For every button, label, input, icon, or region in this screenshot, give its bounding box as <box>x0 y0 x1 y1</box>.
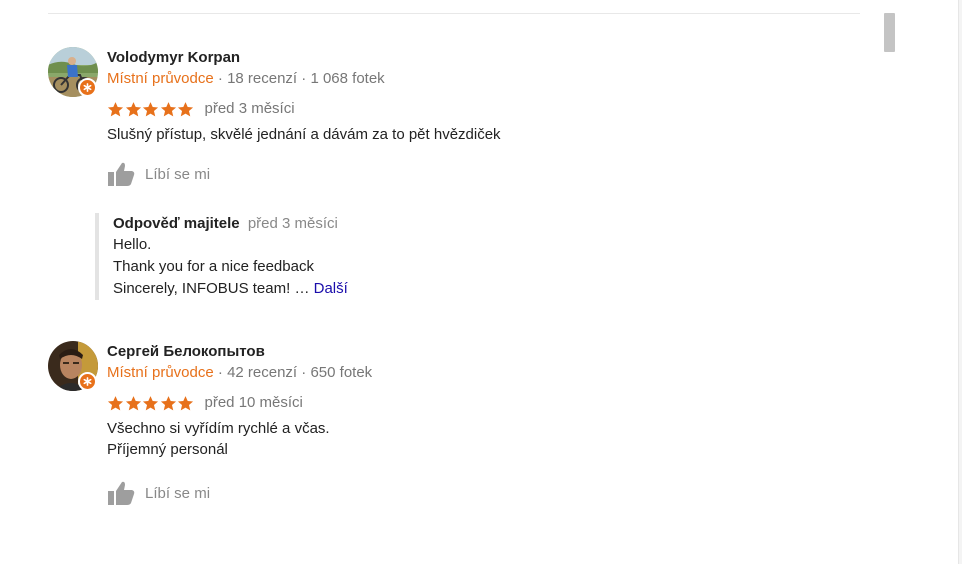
review-text-line: Slušný přístup, skvělé jednání a dávám z… <box>107 126 501 143</box>
like-label: Líbí se mi <box>145 165 211 183</box>
review-text: Slušný přístup, skvělé jednání a dávám z… <box>107 124 847 145</box>
review-author[interactable]: Volodymyr Korpan <box>107 48 847 68</box>
reviews-count: 42 recenzí <box>227 364 298 381</box>
owner-reply-line: Sincerely, INFOBUS team! <box>113 280 291 297</box>
rating-row: před 10 měsíci <box>107 393 847 413</box>
star-icon <box>125 395 141 410</box>
more-link[interactable]: Další <box>314 280 348 297</box>
star-icon <box>142 395 159 410</box>
review-text-line: Všechno si vyřídím rychlé a včas. <box>107 420 330 437</box>
review-text-line: Příjemný personál <box>107 441 228 458</box>
owner-reply-header: Odpověď majitele před 3 měsíci <box>113 213 813 234</box>
review-author[interactable]: Сергей Белокопытов <box>107 342 847 362</box>
thumbs-up-icon <box>108 162 135 186</box>
local-guide-label: Místní průvodce <box>107 70 214 87</box>
rating-row: před 3 měsíci <box>107 99 847 119</box>
star-rating <box>107 395 195 412</box>
thumbs-up-icon <box>108 481 135 505</box>
like-button[interactable]: Líbí se mi <box>107 479 847 507</box>
star-rating <box>107 101 195 118</box>
local-guide-label: Místní průvodce <box>107 364 214 381</box>
star-icon <box>142 101 159 116</box>
owner-reply-line: Hello. <box>113 236 152 253</box>
owner-reply-line: Thank you for a nice feedback <box>113 258 314 275</box>
owner-reply-line-last: Sincerely, INFOBUS team! … Další <box>113 278 813 300</box>
photos-count: 650 fotek <box>310 364 373 381</box>
reviews-count: 18 recenzí <box>227 70 298 87</box>
meta-separator: · <box>301 70 307 87</box>
like-button[interactable]: Líbí se mi <box>107 160 847 188</box>
scrollbar-thumb[interactable] <box>884 13 895 52</box>
meta-separator: · <box>301 364 307 381</box>
review-author-meta: Místní průvodce · 18 recenzí · 1 068 fot… <box>107 69 847 89</box>
meta-separator: · <box>217 364 223 381</box>
review-content: Volodymyr Korpan Místní průvodce · 18 re… <box>107 47 847 188</box>
review-text: Všechno si vyřídím rychlé a včas. Příjem… <box>107 418 847 460</box>
review-content: Сергей Белокопытов Místní průvodce · 42 … <box>107 341 847 507</box>
local-guide-badge-icon <box>78 78 97 97</box>
owner-reply-ellipsis: … <box>294 280 310 297</box>
window-edge <box>958 0 962 564</box>
star-icon <box>177 395 194 410</box>
star-icon <box>125 101 141 116</box>
photos-count: 1 068 fotek <box>310 70 385 87</box>
star-icon <box>107 395 124 410</box>
owner-reply-text: Hello. Thank you for a nice feedback Sin… <box>113 234 813 300</box>
star-icon <box>177 101 194 116</box>
review-date: před 10 měsíci <box>204 394 303 411</box>
owner-reply-title: Odpověď majitele <box>113 215 240 232</box>
review-date: před 3 měsíci <box>204 100 295 117</box>
review-author-meta: Místní průvodce · 42 recenzí · 650 fotek <box>107 363 847 383</box>
local-guide-badge-icon <box>78 372 97 391</box>
top-divider <box>48 13 860 14</box>
owner-reply: Odpověď majitele před 3 měsíci Hello. Th… <box>95 213 813 300</box>
owner-reply-date: před 3 měsíci <box>247 215 338 232</box>
meta-separator: · <box>217 70 223 87</box>
star-icon <box>107 101 124 116</box>
like-label: Líbí se mi <box>145 484 211 502</box>
reviews-page: Volodymyr Korpan Místní průvodce · 18 re… <box>0 0 962 564</box>
star-icon <box>160 101 176 116</box>
star-icon <box>160 395 176 410</box>
